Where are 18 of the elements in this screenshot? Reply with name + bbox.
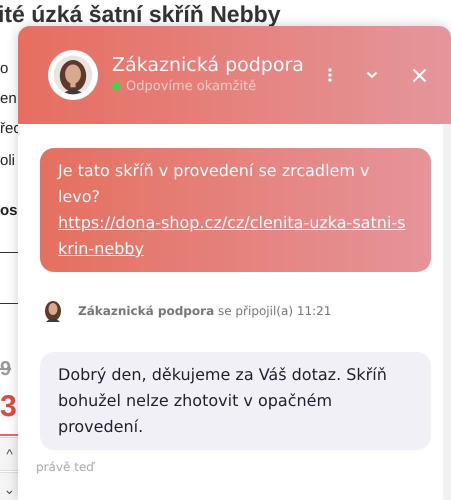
message-time: právě teď: [36, 459, 96, 476]
more-icon: [328, 68, 332, 82]
chat-title: Zákaznická podpora: [112, 54, 305, 77]
message-bubble: Dobrý den, děkujeme za Váš dotaz. Skříň bohužel nelze zhotovit v opačném provedení.: [40, 352, 431, 450]
scrollbar[interactable]: [443, 124, 451, 500]
chevron-down-icon: [366, 71, 378, 79]
price: 3: [0, 389, 17, 425]
message-bubble: Je tato skříň v provedení se zrcadlem v levo? https://dona-shop.cz/cz/clenita-uzka-satni-skrin-nebby: [40, 148, 431, 272]
old-price: 9: [0, 357, 12, 382]
status-text: Odpovíme okamžitě: [126, 78, 256, 96]
page-text: os: [0, 201, 18, 221]
decrease-button[interactable]: ⌄: [0, 472, 20, 500]
page-text: oli: [0, 151, 16, 171]
join-notice: Zákaznická podpora se připojil(a) 11:21: [78, 303, 332, 320]
page-text: o: [0, 59, 8, 79]
close-icon: [412, 68, 427, 82]
increase-button[interactable]: ^: [0, 437, 20, 471]
page-text: en: [0, 89, 17, 109]
